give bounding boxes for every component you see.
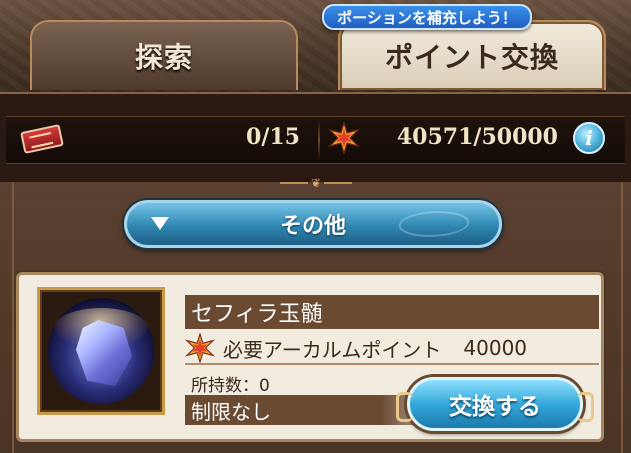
cost-label: 必要アーカルムポイント — [223, 337, 442, 362]
arcarum-star-icon — [328, 122, 360, 154]
exchange-item-card: セフィラ玉髄 必要アーカルムポイント 40000 所持数：0 制限なし 交換する — [16, 272, 604, 442]
info-button[interactable]: i — [573, 122, 605, 154]
tab-explore-label: 探索 — [134, 41, 193, 74]
potion-refill-banner[interactable]: ポーションを補充しよう！ — [322, 4, 532, 30]
ornament-divider: ❦ — [280, 176, 352, 190]
info-icon: i — [585, 126, 593, 150]
arcarum-star-icon — [185, 333, 215, 363]
sephira-stone-icon — [48, 298, 154, 404]
arcarum-point-count: 40571/50000 — [396, 124, 558, 150]
exchange-button-label: 交換する — [449, 394, 541, 420]
status-bar: 0/15 40571/50000 i — [0, 92, 631, 182]
owned-count: 所持数：0 — [191, 376, 270, 396]
tab-point-exchange[interactable]: ポイント交換 — [338, 20, 606, 90]
tab-point-exchange-label: ポイント交換 — [384, 41, 559, 74]
item-icon-frame — [37, 287, 165, 415]
item-cost-row: 必要アーカルムポイント 40000 — [185, 333, 599, 365]
banner-text: ポーションを補充しよう！ — [337, 8, 517, 27]
ticket-count: 0/15 — [246, 124, 300, 150]
tab-header: 探索 ポイント交換 ポーションを補充しよう！ — [0, 0, 631, 92]
category-filter-dropdown[interactable]: その他 — [124, 200, 502, 248]
cost-value: 40000 — [463, 336, 528, 360]
status-divider — [318, 120, 320, 160]
crystal-shape — [76, 320, 132, 386]
exchange-button[interactable]: 交換する — [396, 377, 594, 431]
item-name: セフィラ玉髄 — [185, 295, 599, 329]
tab-explore[interactable]: 探索 — [30, 20, 298, 90]
